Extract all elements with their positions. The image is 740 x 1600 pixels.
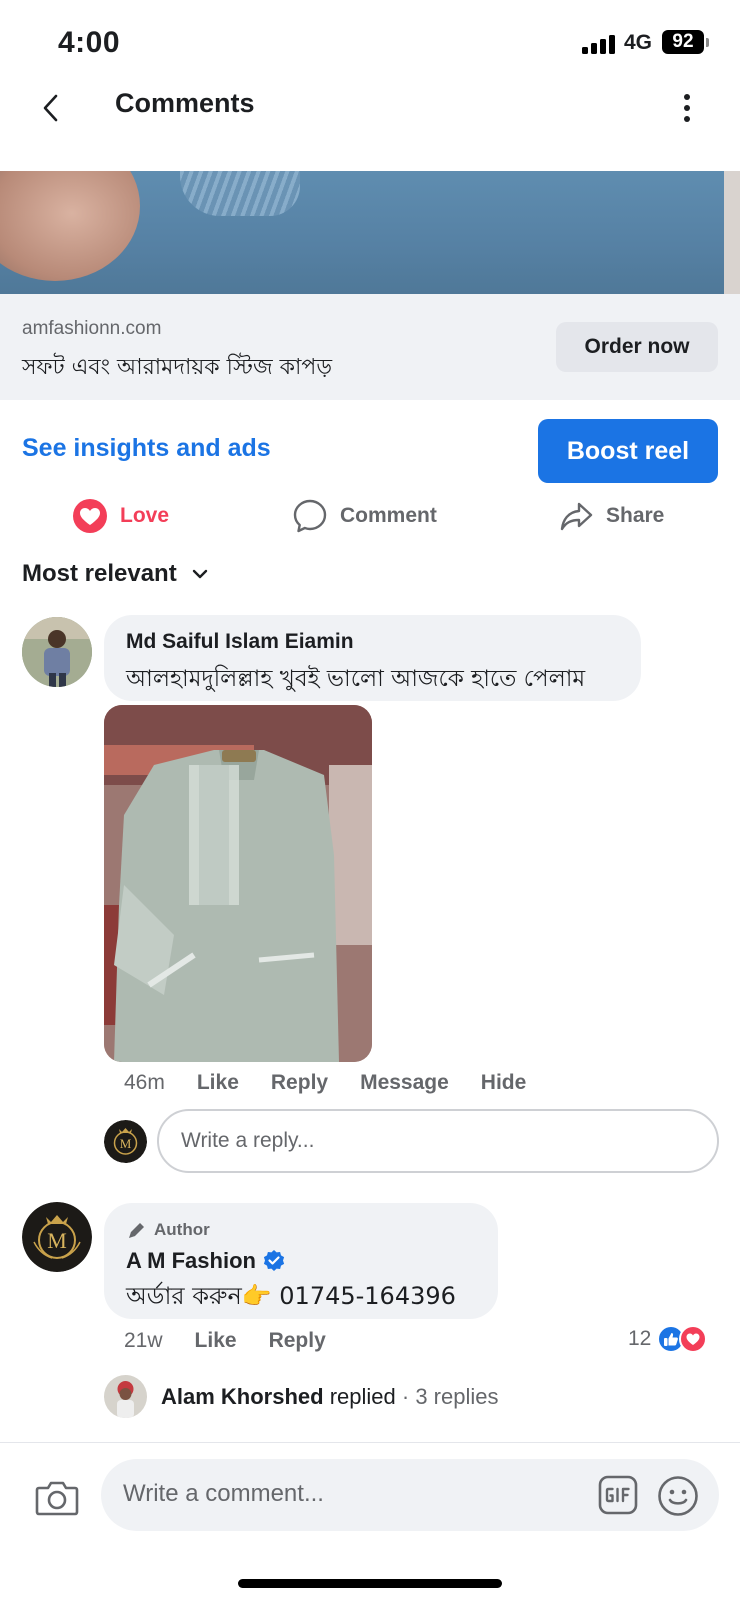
author-tag: Author [126, 1219, 210, 1241]
replies-summary: Alam Khorshed replied · 3 replies [161, 1384, 498, 1410]
reaction-count: 12 [628, 1327, 652, 1350]
reel-media-thumbnail[interactable] [0, 171, 740, 294]
reaction-summary[interactable]: 12 [628, 1325, 708, 1353]
share-label: Share [606, 504, 665, 527]
header: Comments [0, 80, 740, 170]
back-button[interactable] [36, 86, 66, 130]
page-title: Comments [115, 88, 255, 118]
love-button[interactable]: Love [72, 494, 169, 538]
thumbnail-fabric-detail [180, 171, 300, 216]
page-avatar[interactable]: M [22, 1202, 92, 1272]
reply-author-name: Alam Khorshed [161, 1383, 324, 1409]
gif-button[interactable] [598, 1475, 638, 1515]
am-fashion-logo-icon: M [104, 1120, 147, 1163]
reply-button[interactable]: Reply [271, 1071, 328, 1095]
comment-button[interactable]: Comment [292, 494, 437, 538]
author-comment-bubble[interactable]: Author A M Fashion অর্ডার করুন👉 01745-16… [104, 1203, 498, 1319]
message-button[interactable]: Message [360, 1071, 449, 1095]
boost-reel-button[interactable]: Boost reel [538, 419, 718, 483]
author-label: Author [154, 1220, 210, 1239]
love-reaction-icon [679, 1325, 708, 1353]
comment-label: Comment [340, 504, 437, 527]
comment-text: অর্ডার করুন👉 01745-164396 [126, 1282, 456, 1310]
thumbnail-edge [724, 171, 740, 294]
comment-meta-row: 21w Like Reply [124, 1329, 326, 1353]
comment-icon [293, 499, 327, 533]
order-now-button[interactable]: Order now [556, 322, 718, 372]
svg-text:M: M [47, 1228, 67, 1253]
comment-time: 21w [124, 1329, 163, 1352]
signal-icon [582, 34, 618, 54]
link-preview-card[interactable]: amfashionn.com সফট এবং আরামদায়ক স্টিজ ক… [0, 294, 740, 400]
network-type: 4G [624, 31, 653, 54]
sort-dropdown[interactable]: Most relevant [22, 560, 215, 588]
chevron-down-icon [192, 569, 207, 579]
am-fashion-logo-icon: M [22, 1202, 92, 1272]
like-button[interactable]: Like [197, 1071, 239, 1095]
comment-input[interactable]: Write a comment... [101, 1459, 719, 1531]
camera-icon [35, 1481, 79, 1516]
svg-text:M: M [120, 1136, 132, 1151]
author-name-row: A M Fashion [126, 1248, 286, 1274]
thumbnail-finger [0, 171, 140, 281]
gif-icon [598, 1475, 638, 1515]
page-avatar-small: M [104, 1120, 147, 1163]
pencil-icon [129, 1223, 144, 1238]
link-title: সফট এবং আরামদায়ক স্টিজ কাপড় [22, 355, 333, 380]
link-domain: amfashionn.com [22, 318, 162, 339]
view-replies-row[interactable]: Alam Khorshed replied · 3 replies [104, 1375, 498, 1418]
status-bar: 4:00 4G 92 [0, 0, 740, 80]
comment-text: আলহামদুলিল্লাহ খুবই ভালো আজকে হাতে পেলাম [126, 666, 586, 692]
comment-composer-bar: Write a comment... [0, 1442, 740, 1600]
sort-label: Most relevant [22, 560, 177, 587]
vertical-dots-icon [684, 94, 690, 122]
emoji-button[interactable] [657, 1475, 699, 1517]
replied-label: replied [329, 1383, 396, 1409]
comment-input-placeholder: Write a comment... [123, 1480, 324, 1507]
person-photo-icon [22, 617, 92, 687]
comment-time: 46m [124, 1071, 165, 1094]
love-reaction-icon [73, 499, 107, 533]
comment-meta-row: 46m Like Reply Message Hide [124, 1071, 526, 1095]
verified-badge-icon [263, 1250, 285, 1271]
reply-input[interactable]: Write a reply... [157, 1109, 719, 1173]
comment-bubble[interactable]: Md Saiful Islam Eiamin আলহামদুলিল্লাহ খু… [104, 615, 641, 701]
avatar[interactable] [22, 617, 92, 687]
smiley-icon [658, 1476, 698, 1516]
home-indicator [238, 1579, 502, 1588]
commenter-name[interactable]: A M Fashion [126, 1248, 256, 1274]
see-insights-link[interactable]: See insights and ads [22, 434, 271, 463]
avatar [104, 1375, 147, 1418]
like-button[interactable]: Like [195, 1329, 237, 1353]
reply-count: · 3 replies [401, 1383, 499, 1409]
status-time: 4:00 [58, 26, 121, 59]
reply-button[interactable]: Reply [269, 1329, 326, 1353]
share-icon [560, 502, 593, 531]
hide-button[interactable]: Hide [481, 1071, 527, 1095]
person-photo-icon [104, 1375, 147, 1418]
share-button[interactable]: Share [558, 494, 664, 538]
love-label: Love [120, 504, 170, 527]
kurta-photo-icon [104, 705, 372, 1062]
comment-photo[interactable] [104, 705, 372, 1062]
camera-button[interactable] [34, 1475, 80, 1521]
battery-icon: 92 [662, 30, 704, 54]
more-options-button[interactable] [672, 86, 702, 130]
chevron-left-icon [43, 94, 58, 122]
battery-cap [706, 38, 709, 47]
commenter-name[interactable]: Md Saiful Islam Eiamin [126, 630, 354, 654]
